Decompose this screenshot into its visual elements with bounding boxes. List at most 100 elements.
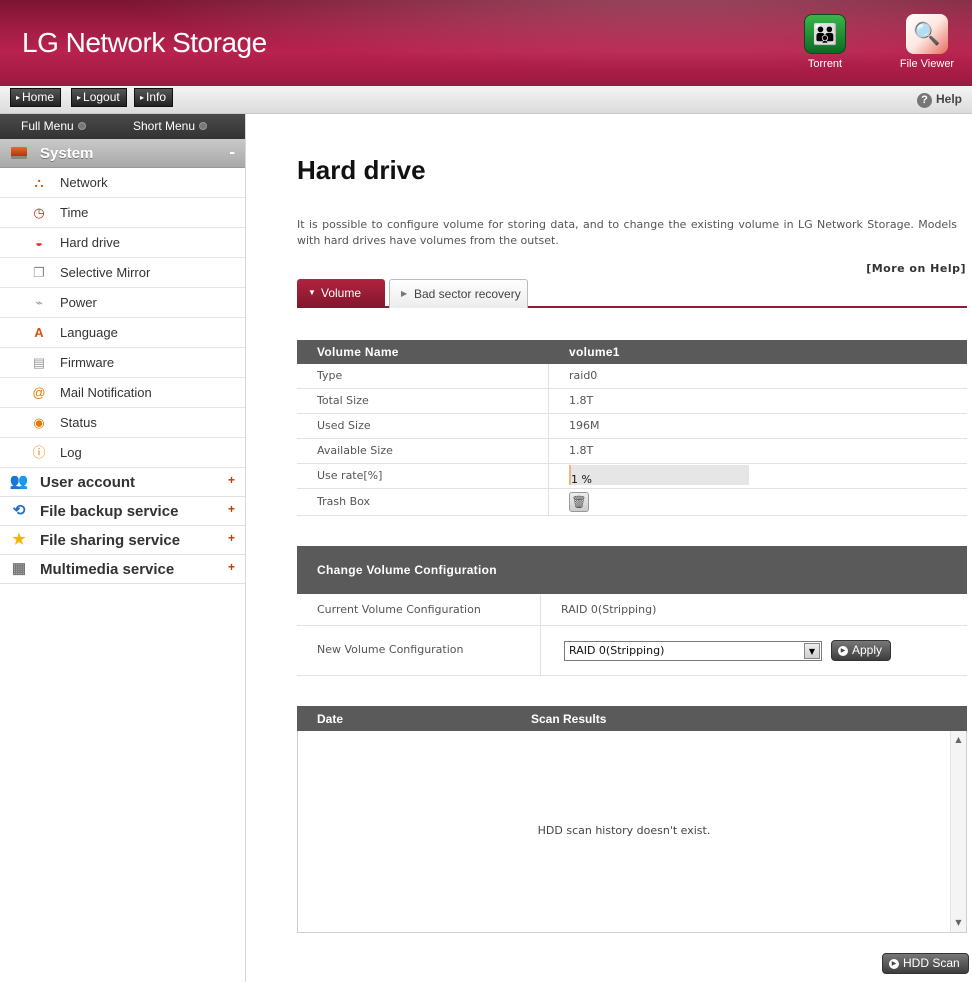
sidebar-item-label: Network [60, 175, 108, 190]
volume-name-label: Volume Name [317, 345, 399, 359]
tab-bad-sector-recovery[interactable]: ▶ Bad sector recovery [389, 279, 528, 308]
table-row: Available Size 1.8T [297, 439, 967, 464]
info-button[interactable]: ▸ Info [134, 88, 174, 107]
row-label: Available Size [297, 439, 549, 463]
sidebar-section-user-account[interactable]: 👥 User account + [0, 468, 245, 497]
full-menu-label: Full Menu [21, 119, 74, 133]
help-label: Help [935, 92, 962, 106]
sidebar-item-label: Status [60, 415, 97, 430]
sidebar-item-label: Power [60, 295, 97, 310]
sidebar-section-system[interactable]: System - [0, 139, 245, 168]
full-menu-tab[interactable]: Full Menu [21, 114, 133, 139]
row-label: Total Size [297, 389, 549, 413]
sidebar-item-firmware[interactable]: ▤ Firmware [0, 348, 245, 378]
row-value: 1.8T [569, 444, 594, 457]
expand-icon[interactable]: + [228, 560, 235, 574]
backup-icon: ⟲ [12, 502, 26, 519]
expand-icon[interactable]: + [228, 473, 235, 487]
row-value: 1.8T [569, 394, 594, 407]
sidebar-item-time[interactable]: ◷ Time [0, 198, 245, 228]
info-label: Info [146, 90, 167, 104]
volume-table-header: Volume Name volume1 [297, 340, 967, 364]
row-label: Current Volume Configuration [297, 594, 541, 625]
power-icon: ⌁ [35, 294, 43, 310]
sidebar-item-label: Selective Mirror [60, 265, 151, 280]
row-value: raid0 [569, 369, 598, 382]
logout-button[interactable]: ▸ Logout [71, 88, 127, 107]
hdd-scan-label: HDD Scan [903, 956, 960, 970]
select-value: RAID 0(Stripping) [569, 643, 665, 657]
change-config-header: Change Volume Configuration [297, 546, 967, 594]
scroll-up-icon[interactable]: ▲ [951, 733, 966, 747]
multimedia-icon: ▦ [11, 560, 27, 577]
sidebar-section-multimedia[interactable]: ▦ Multimedia service + [0, 555, 245, 584]
more-help-link[interactable]: [More on Help] [866, 262, 966, 275]
collapse-icon[interactable]: - [229, 145, 235, 161]
sidebar-item-label: Time [60, 205, 89, 220]
arrow-right-icon: ▸ [16, 93, 21, 102]
table-row: Used Size 196M [297, 414, 967, 439]
radio-dot-icon [199, 122, 208, 130]
table-row: Total Size 1.8T [297, 389, 967, 414]
tab-volume[interactable]: ▼ Volume [297, 279, 385, 308]
category-label: File sharing service [40, 531, 181, 549]
system-icon [11, 147, 27, 159]
sidebar-item-network[interactable]: ⛬ Network [0, 168, 245, 198]
play-icon: ▶ [889, 958, 899, 969]
sidebar-item-language[interactable]: A Language [0, 318, 245, 348]
page-title: Hard drive [297, 155, 426, 185]
sidebar-section-file-sharing[interactable]: ★ File sharing service + [0, 526, 245, 555]
chevron-down-icon: ▼ [308, 288, 316, 297]
scroll-down-icon[interactable]: ▼ [951, 916, 966, 930]
expand-icon[interactable]: + [228, 502, 235, 516]
sidebar-item-selective-mirror[interactable]: ❐ Selective Mirror [0, 258, 245, 288]
category-label: User account [40, 473, 136, 491]
sidebar-section-file-backup[interactable]: ⟲ File backup service + [0, 497, 245, 526]
trash-icon[interactable]: 🗑 [569, 492, 589, 512]
tab-label: Bad sector recovery [414, 287, 521, 301]
sidebar-item-label: Firmware [60, 355, 115, 370]
hdd-scan-button[interactable]: ▶ HDD Scan [882, 953, 969, 974]
scan-results-column-header: Scan Results [531, 711, 607, 726]
hard-drive-icon: ◒ [35, 234, 43, 250]
tab-bar: ▼ Volume ▶ Bad sector recovery [297, 279, 967, 308]
torrent-label: Torrent [807, 58, 843, 70]
torrent-button[interactable]: 👪 Torrent [795, 14, 855, 70]
play-icon: ▶ [838, 645, 848, 656]
row-value: 196M [569, 419, 600, 432]
volume-config-select[interactable]: RAID 0(Stripping) ▼ [564, 640, 822, 661]
apply-label: Apply [852, 643, 883, 657]
help-button[interactable]: ? Help [916, 92, 962, 108]
sidebar-item-status[interactable]: ◉ Status [0, 408, 245, 438]
apply-button[interactable]: ▶ Apply [831, 640, 892, 661]
sidebar-item-label: Language [60, 325, 118, 340]
help-icon: ? [916, 93, 932, 108]
row-label: Type [297, 364, 549, 388]
home-label: Home [22, 90, 55, 104]
scrollbar[interactable]: ▲ ▼ [950, 731, 966, 932]
row-label: Used Size [297, 414, 549, 438]
sidebar: Full Menu Short Menu System - ⛬ Network ◷… [0, 114, 246, 982]
scan-table-header: Date Scan Results [297, 706, 967, 731]
table-row-trash: Trash Box 🗑 [297, 489, 967, 516]
chevron-down-icon: ▼ [804, 642, 820, 659]
file-viewer-button[interactable]: 🔍 File Viewer [897, 14, 957, 70]
sidebar-item-label: Log [60, 445, 82, 460]
table-row: Type raid0 [297, 364, 967, 389]
mail-icon: @ [32, 384, 46, 400]
expand-icon[interactable]: + [228, 531, 235, 545]
empty-message: HDD scan history doesn't exist. [537, 824, 711, 837]
sidebar-item-mail-notification[interactable]: @ Mail Notification [0, 378, 245, 408]
clock-icon: ◷ [33, 204, 45, 220]
home-button[interactable]: ▸ Home [10, 88, 62, 107]
short-menu-tab[interactable]: Short Menu [133, 114, 208, 139]
row-label: Trash Box [297, 489, 549, 515]
sidebar-item-hard-drive[interactable]: ◒ Hard drive [0, 228, 245, 258]
sidebar-item-log[interactable]: ⓘ Log [0, 438, 245, 468]
sidebar-item-power[interactable]: ⌁ Power [0, 288, 245, 318]
torrent-icon: 👪 [804, 14, 846, 54]
chevron-right-icon: ▶ [401, 289, 408, 298]
mirror-icon: ❐ [33, 264, 45, 280]
category-label: Multimedia service [40, 560, 175, 578]
row-label: Use rate[%] [297, 464, 549, 488]
